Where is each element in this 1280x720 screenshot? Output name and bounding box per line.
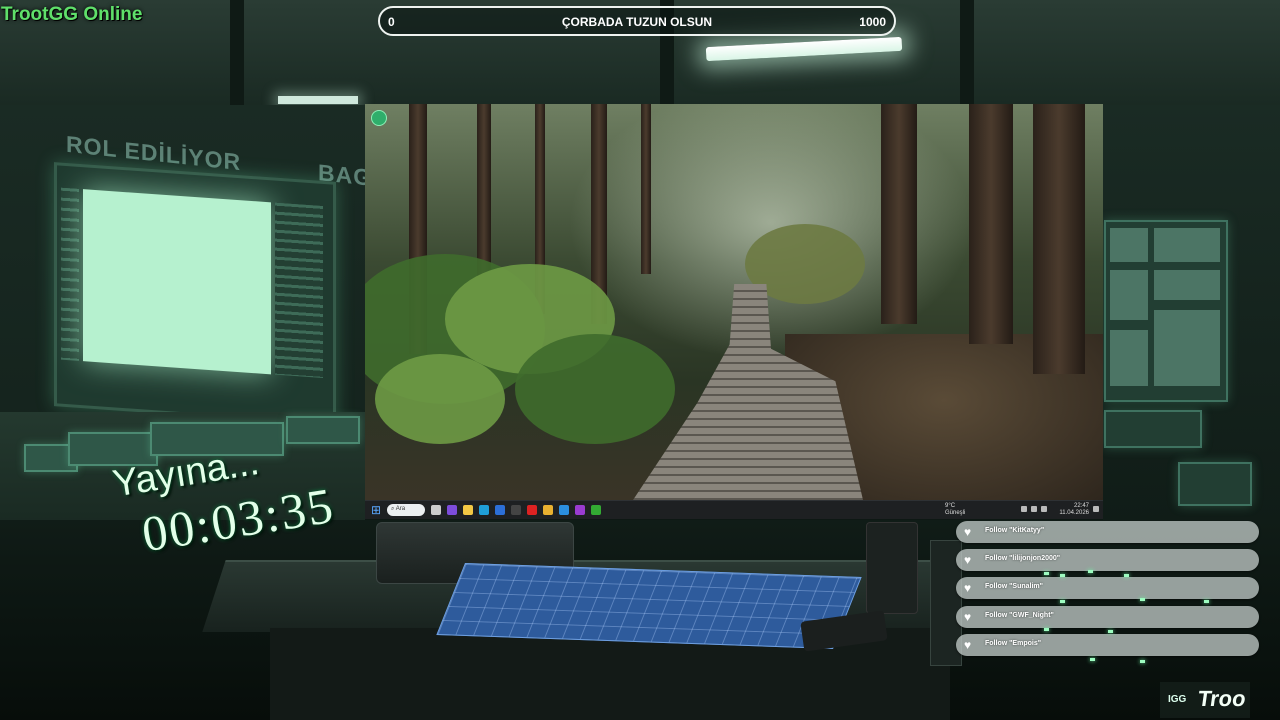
taskbar-app-icon[interactable]	[559, 505, 569, 515]
heart-icon: ♥	[964, 610, 972, 624]
weather-temp: 9°C	[945, 503, 956, 509]
panel-cell	[1154, 270, 1220, 300]
network-icon[interactable]	[1021, 506, 1027, 512]
follow-alert: ♥ Follow "GWF_Night"	[956, 606, 1259, 628]
follow-alert: ♥ Follow "lilijonjon2000"	[956, 549, 1259, 571]
ceiling-beam	[960, 0, 974, 105]
logo-big-text: Troo	[1196, 686, 1248, 711]
screen-capture: ⊞ ⌕ Ara 9°C Güneşli 22:47 11.04.2026	[365, 104, 1103, 519]
rack-led	[1060, 600, 1065, 603]
heart-icon: ♥	[964, 525, 972, 539]
follow-alert-text: Follow "lilijonjon2000"	[985, 555, 1061, 562]
follow-alert-text: Follow "GWF_Night"	[985, 612, 1054, 619]
chrome-icon[interactable]	[543, 505, 553, 515]
foliage	[375, 354, 505, 444]
rack-led	[1090, 658, 1095, 661]
right-wall-panel	[1104, 220, 1228, 402]
panel-cell	[1110, 270, 1148, 320]
edge-browser-icon[interactable]	[479, 505, 489, 515]
taskbar-search-placeholder: Ara	[395, 506, 406, 512]
heart-icon: ♥	[964, 553, 972, 567]
tree-trunk	[969, 104, 1013, 344]
tree-trunk	[1033, 104, 1085, 374]
volume-icon[interactable]	[1031, 506, 1037, 512]
monitor-panel	[275, 202, 323, 378]
taskbar-app-icon[interactable]	[527, 505, 537, 515]
panel-cell	[1110, 228, 1148, 262]
ceiling-light	[278, 96, 358, 104]
follow-alert-text: Follow "KitKatyy"	[985, 527, 1045, 534]
store-icon[interactable]	[495, 505, 505, 515]
wall-monitor	[54, 162, 336, 426]
blueprint-map	[436, 563, 862, 649]
monitor-screen	[83, 189, 271, 375]
weather-widget[interactable]: 9°C Güneşli	[945, 503, 965, 517]
clock-time: 22:47	[1073, 503, 1089, 509]
taskbar-app-icon[interactable]	[575, 505, 585, 515]
rack-led	[1044, 572, 1049, 575]
tree-trunk	[641, 104, 651, 274]
heart-icon: ♥	[964, 581, 972, 595]
notification-icon[interactable]	[1093, 506, 1099, 512]
follow-alert-text: Follow "Sunalim"	[985, 583, 1043, 590]
heart-icon: ♥	[964, 638, 972, 652]
task-view-icon[interactable]	[431, 505, 441, 515]
search-icon: ⌕	[391, 506, 395, 512]
goal-max-value: 1000	[859, 15, 886, 29]
rack-led	[1140, 660, 1145, 663]
battery-icon[interactable]	[1041, 506, 1047, 512]
panel-cell	[1154, 310, 1220, 386]
goal-progress-bar: 0 ÇORBADA TUZUN OLSUN 1000	[378, 6, 896, 36]
rack-led	[1140, 598, 1145, 601]
right-console-pad	[1104, 410, 1202, 448]
desktop-app-icon[interactable]	[371, 110, 387, 126]
panel-cell	[1154, 228, 1220, 262]
weather-desc: Güneşli	[945, 510, 966, 516]
taskbar-search[interactable]: ⌕ Ara	[387, 504, 425, 516]
rack-led	[1060, 574, 1065, 577]
rack-led	[1108, 630, 1113, 633]
windows-start-icon[interactable]: ⊞	[371, 504, 383, 516]
taskbar-app-icon[interactable]	[447, 505, 457, 515]
monitor-sidebar	[61, 187, 79, 361]
desktop-wallpaper	[365, 104, 1103, 500]
clock-date: 11.04.2026	[1059, 510, 1089, 516]
file-explorer-icon[interactable]	[463, 505, 473, 515]
channel-title: TrootGG Online	[1, 4, 143, 25]
follow-alert: ♥ Follow "KitKatyy"	[956, 521, 1259, 543]
panel-cell	[1110, 330, 1148, 386]
ceiling-beam	[230, 0, 244, 105]
rack-led	[1044, 628, 1049, 631]
logo-small-text: IGG	[1168, 694, 1187, 705]
radio-device	[866, 522, 918, 614]
tree-trunk	[881, 104, 917, 324]
console-pad	[286, 416, 360, 444]
follow-alert-text: Follow "Empois"	[985, 640, 1042, 647]
right-console-pad	[1178, 462, 1252, 506]
follow-alert: ♥ Follow "Empois"	[956, 634, 1259, 656]
foliage	[515, 334, 675, 444]
taskbar: ⊞ ⌕ Ara 9°C Güneşli 22:47 11.04.2026	[365, 500, 1103, 519]
taskbar-app-icon[interactable]	[591, 505, 601, 515]
taskbar-app-icon[interactable]	[511, 505, 521, 515]
taskbar-clock[interactable]: 22:47 11.04.2026	[1055, 503, 1089, 517]
follow-alert: ♥ Follow "Sunalim"	[956, 577, 1259, 599]
rack-led	[1124, 574, 1129, 577]
rack-led	[1088, 570, 1093, 573]
rack-led	[1204, 600, 1209, 603]
goal-title: ÇORBADA TUZUN OLSUN	[561, 15, 713, 29]
channel-logo: IGG Troo	[1160, 682, 1250, 718]
